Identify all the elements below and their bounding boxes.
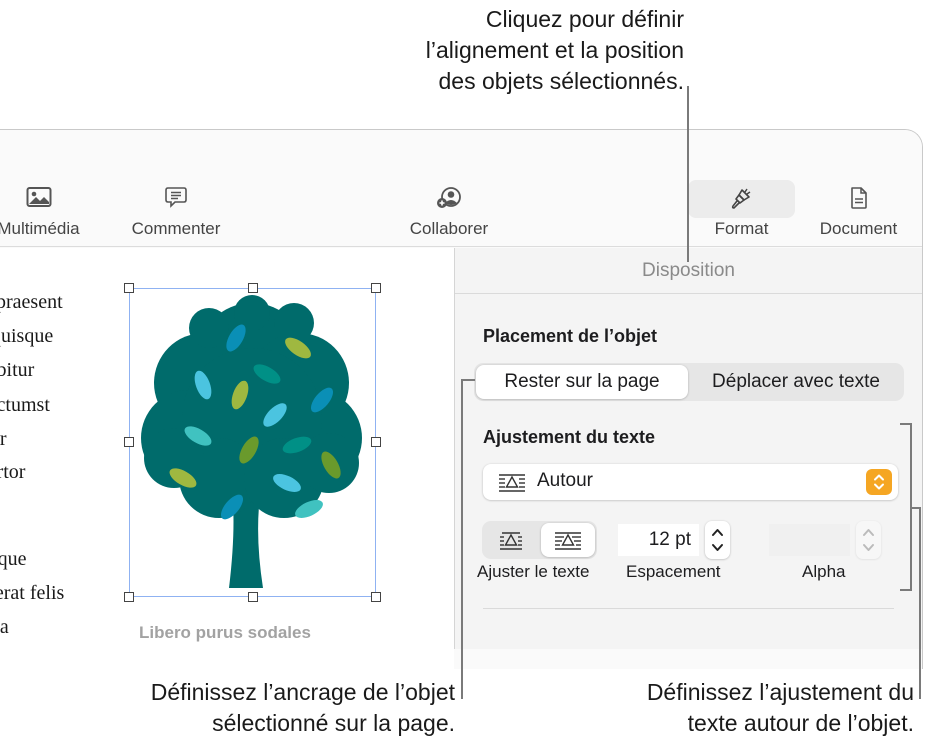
wrap-shape-icon xyxy=(555,532,581,550)
callout-line: sélectionné sur la page. xyxy=(212,710,455,736)
object-placement-control: Rester sur la page Déplacer avec texte xyxy=(474,363,904,401)
toolbar: Multimédia Commenter Collaborer Format D… xyxy=(0,130,922,247)
alpha-label: Alpha xyxy=(802,562,846,581)
toolbar-label: Format xyxy=(714,219,769,238)
toolbar-collaborate-button[interactable]: Collaborer xyxy=(394,180,504,244)
move-with-text-option[interactable]: Déplacer avec texte xyxy=(690,365,902,399)
callout-line: l’alignement et la position xyxy=(425,37,684,63)
body-text-line: esque xyxy=(0,548,27,570)
resize-handle-top-left[interactable] xyxy=(124,283,134,293)
spacing-label: Espacement xyxy=(626,562,721,581)
wrap-boundary-icon xyxy=(500,532,522,550)
body-text-line: a erat felis xyxy=(0,582,65,604)
body-text-line: d praesent xyxy=(0,291,63,313)
body-text-line: ada xyxy=(0,616,9,638)
resize-handle-bottom[interactable] xyxy=(248,592,258,602)
wrap-around-icon xyxy=(499,474,525,497)
callout-line: Cliquez pour définir xyxy=(485,6,684,32)
toolbar-document-button[interactable]: Document xyxy=(806,180,911,244)
body-text-line: . quisque xyxy=(0,325,54,347)
resize-handle-bottom-left[interactable] xyxy=(124,592,134,602)
text-wrap-popup[interactable]: Autour xyxy=(483,464,898,500)
stay-on-page-option[interactable]: Rester sur la page xyxy=(476,365,688,399)
leader-line-top xyxy=(687,86,689,262)
paintbrush-icon xyxy=(729,186,755,217)
resize-handle-top[interactable] xyxy=(248,283,258,293)
section-divider xyxy=(483,608,894,609)
resize-handle-left[interactable] xyxy=(124,437,134,447)
callout-text-wrap: Définissez l’ajustement du texte autour … xyxy=(520,677,914,739)
toolbar-label: Collaborer xyxy=(409,219,489,238)
leader-line-left-tick xyxy=(461,379,475,381)
text-fit-control xyxy=(482,521,597,559)
popup-chevrons-icon xyxy=(866,469,892,495)
spacing-stepper[interactable] xyxy=(705,521,730,559)
format-inspector: Disposition Placement de l’objet Rester … xyxy=(454,248,922,649)
image-caption[interactable]: Libero purus sodales xyxy=(139,623,311,643)
comment-icon xyxy=(164,186,188,215)
callout-line: Définissez l’ajustement du xyxy=(646,679,914,705)
callout-line: texte autour de l’objet. xyxy=(687,710,914,736)
toolbar-label: Multimédia xyxy=(0,219,80,238)
resize-handle-bottom-right[interactable] xyxy=(371,592,381,602)
toolbar-label: Document xyxy=(819,219,898,238)
body-text-line: per xyxy=(0,428,7,450)
body-text-line: tortor xyxy=(0,461,26,483)
tab-disposition[interactable]: Disposition xyxy=(642,260,735,282)
text-wrap-title: Ajustement du texte xyxy=(483,427,656,447)
bracket-bottom xyxy=(900,589,912,591)
callout-line: des objets sélectionnés. xyxy=(438,68,685,94)
collaborate-icon xyxy=(435,186,463,215)
toolbar-comment-button[interactable]: Commenter xyxy=(121,180,231,244)
callout-anchor: Définissez l’ancrage de l’objet sélectio… xyxy=(40,677,455,739)
callout-line: Définissez l’ancrage de l’objet xyxy=(150,679,455,705)
text-wrap-value: Autour xyxy=(537,470,593,491)
leader-line-right xyxy=(919,507,921,699)
selection-frame xyxy=(129,288,376,597)
alpha-stepper[interactable] xyxy=(856,521,881,559)
resize-handle-right[interactable] xyxy=(371,437,381,447)
document-icon xyxy=(849,186,869,215)
body-text-line: dictumst xyxy=(0,394,50,416)
leader-line-left xyxy=(461,379,463,699)
photo-icon xyxy=(26,186,52,213)
toolbar-format-button[interactable]: Format xyxy=(688,180,795,244)
object-placement-title: Placement de l’objet xyxy=(483,326,658,346)
toolbar-media-button[interactable]: Multimédia xyxy=(0,180,96,244)
callout-alignment: Cliquez pour définir l’alignement et la … xyxy=(300,4,684,97)
fit-object-shape-option[interactable] xyxy=(541,523,595,557)
body-text-line: rabitur xyxy=(0,359,35,381)
alpha-field[interactable] xyxy=(769,524,850,556)
fit-object-boundary-option[interactable] xyxy=(484,523,538,557)
fit-text-label: Ajuster le texte xyxy=(477,562,590,581)
document-canvas[interactable]: d praesent . quisque rabitur dictumst pe… xyxy=(0,248,454,669)
toolbar-label: Commenter xyxy=(131,219,221,238)
resize-handle-top-right[interactable] xyxy=(371,283,381,293)
spacing-field[interactable]: 12 pt xyxy=(618,524,699,556)
